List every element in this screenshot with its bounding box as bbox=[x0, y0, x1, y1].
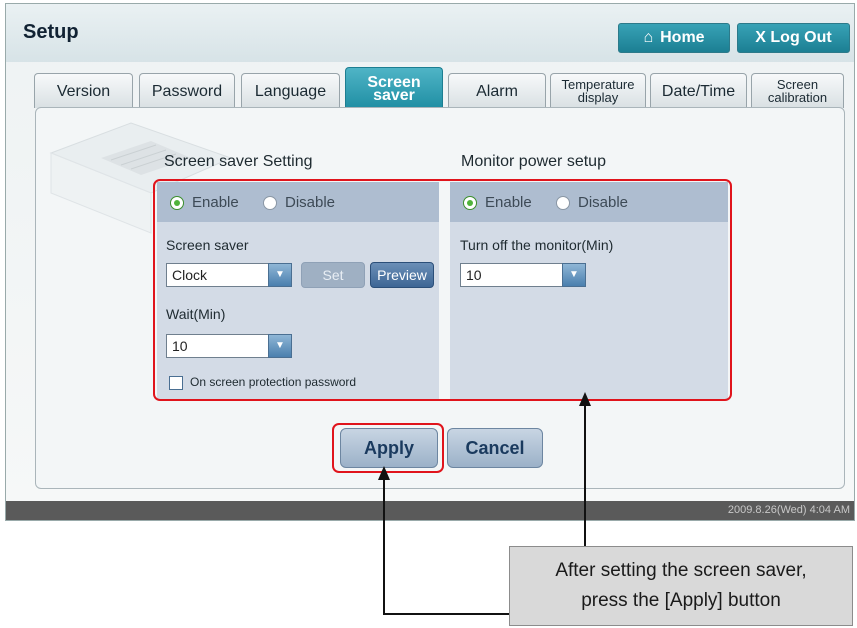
callout-line2: press the [Apply] button bbox=[581, 590, 781, 611]
apply-arrowhead bbox=[378, 466, 390, 480]
callout-arrows bbox=[378, 392, 591, 615]
settings-arrowhead bbox=[579, 392, 591, 406]
apply-arrow-line bbox=[383, 476, 509, 615]
callout-line1: After setting the screen saver, bbox=[555, 560, 807, 581]
instruction-callout: After setting the screen saver, press th… bbox=[509, 546, 853, 626]
